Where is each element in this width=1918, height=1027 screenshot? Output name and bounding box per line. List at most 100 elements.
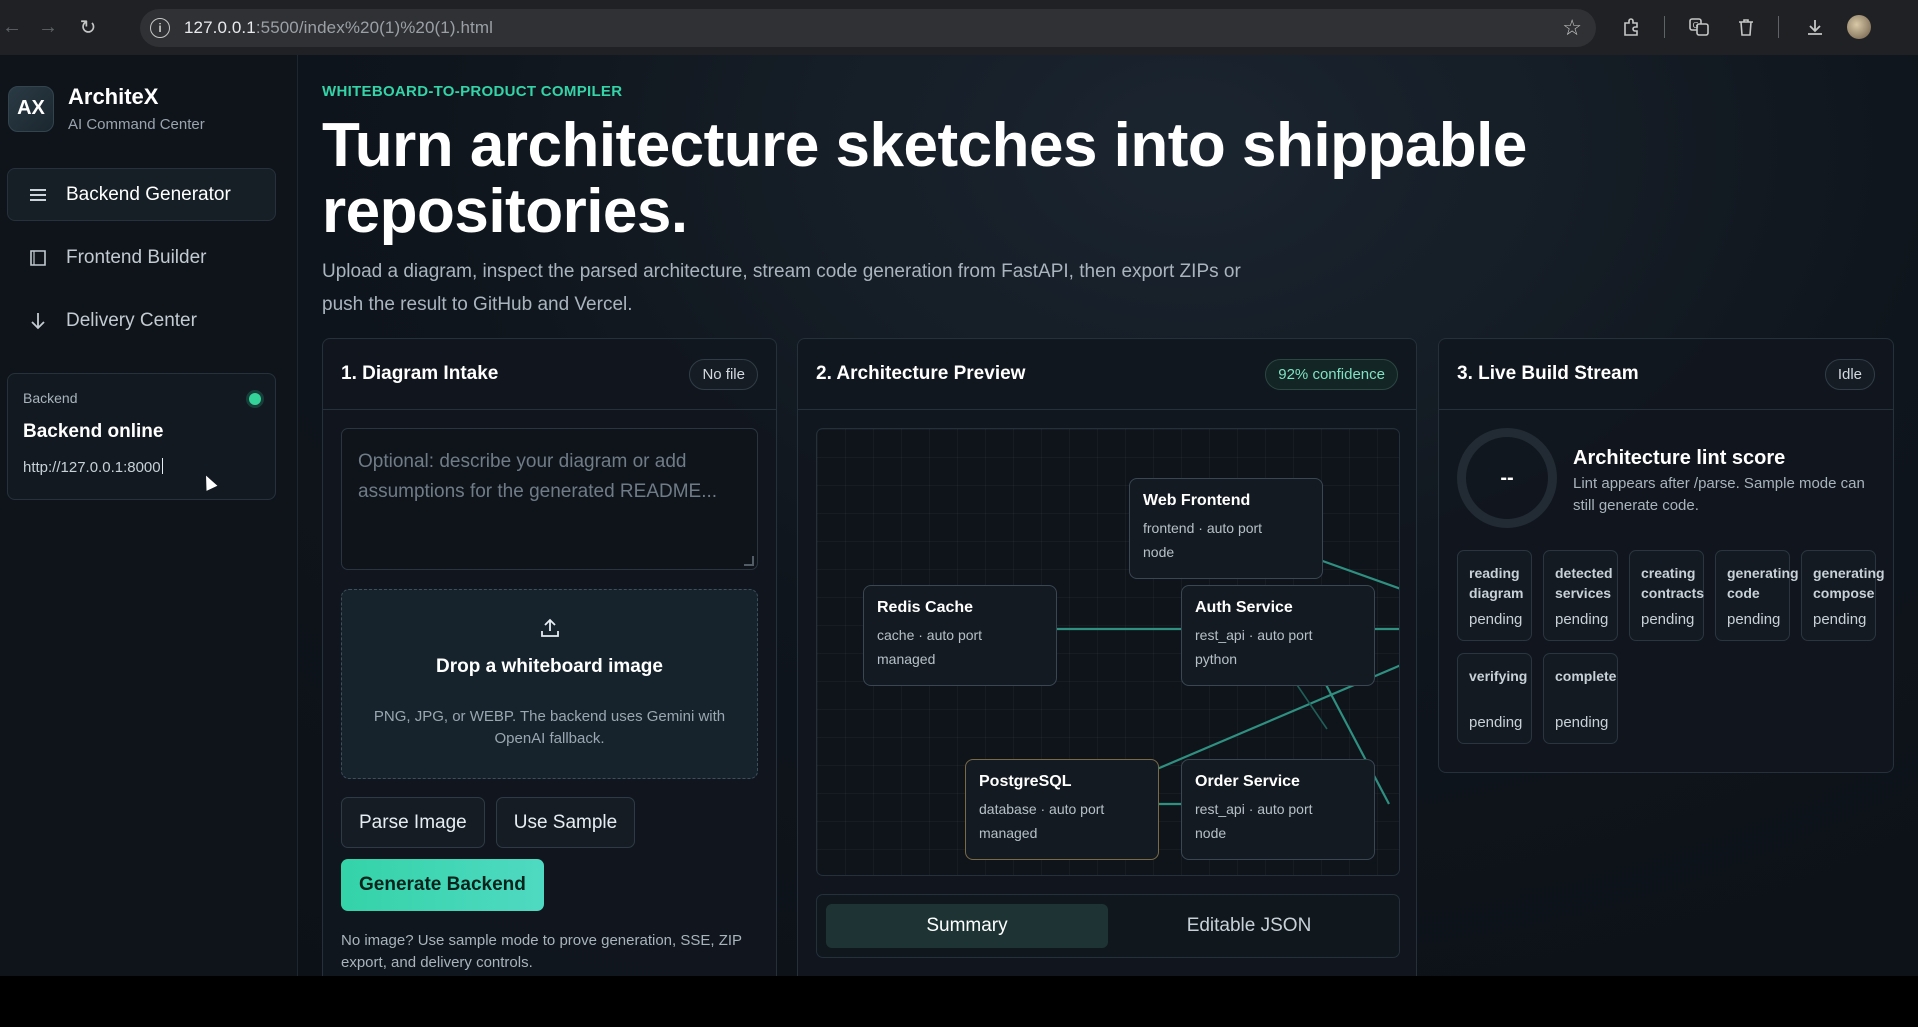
stage-name: detected services (1555, 565, 1613, 601)
panel-header: 3. Live Build Stream Idle (1439, 339, 1893, 410)
parse-image-button[interactable]: Parse Image (341, 797, 485, 848)
status-dot-icon (249, 393, 261, 405)
node-title: Auth Service (1195, 599, 1293, 616)
download-icon[interactable] (1801, 13, 1829, 41)
status-title: Backend online (23, 421, 164, 442)
eyebrow: WHITEBOARD-TO-PRODUCT COMPILER (322, 83, 623, 100)
browser-toolbar: ← → ↻ i 127.0.0.1:5500/index%20(1)%20(1)… (0, 0, 1918, 55)
screen-bottom-bar (0, 976, 1918, 1027)
intake-actions: Parse Image Use Sample (341, 797, 646, 848)
node-extra: managed (877, 651, 936, 667)
tab-summary[interactable]: Summary (826, 904, 1108, 948)
page-description: Upload a diagram, inspect the parsed arc… (322, 261, 1241, 315)
stage-creating-contracts: creating contracts pending (1629, 550, 1704, 641)
stage-state: pending (1555, 714, 1609, 731)
square-icon (26, 249, 50, 267)
bookmark-star-icon[interactable]: ☆ (1562, 15, 1582, 41)
address-bar[interactable]: i 127.0.0.1:5500/index%20(1)%20(1).html … (140, 9, 1596, 47)
stage-name: complete (1555, 668, 1617, 684)
architecture-preview-panel: 2. Architecture Preview 92% confidence W… (797, 338, 1417, 976)
sidebar-item-frontend-builder[interactable]: Frontend Builder (7, 231, 276, 284)
use-sample-button[interactable]: Use Sample (495, 797, 636, 848)
diagram-intake-panel: 1. Diagram Intake No file Optional: desc… (322, 338, 777, 976)
brand-subtitle: AI Command Center (68, 116, 205, 133)
upload-icon (538, 616, 562, 640)
forward-arrow-icon[interactable]: → (30, 10, 66, 46)
lint-subtitle: Lint appears after /parse. Sample mode c… (1573, 475, 1865, 514)
brand-logo: AX (8, 85, 54, 132)
stage-complete: complete pending (1543, 653, 1618, 744)
panel-header: 1. Diagram Intake No file (323, 339, 776, 410)
sidebar-nav: Backend Generator Frontend Builder Deliv… (7, 168, 276, 357)
stage-generating-code: generating code pending (1715, 550, 1799, 641)
node-web-frontend[interactable]: Web Frontend frontend · auto port node (1129, 478, 1323, 579)
build-stages: reading diagram pending detected service… (1457, 550, 1887, 756)
svg-text:G: G (1693, 21, 1699, 30)
stage-detected-services: detected services pending (1543, 550, 1618, 641)
translate-icon[interactable]: G (1685, 13, 1713, 41)
lint-score-gauge: -- (1457, 428, 1557, 528)
node-redis-cache[interactable]: Redis Cache cache · auto port managed (863, 585, 1057, 686)
diagram-notes-textarea[interactable]: Optional: describe your diagram or add a… (341, 428, 758, 570)
sidebar-item-label: Backend Generator (66, 183, 231, 205)
node-extra: python (1195, 651, 1238, 667)
node-order-service[interactable]: Order Service rest_api · auto port node (1181, 759, 1375, 860)
app-root: AX ArchiteX AI Command Center Backend Ge… (0, 55, 1918, 976)
architecture-canvas[interactable]: Web Frontend frontend · auto port node R… (816, 428, 1400, 876)
node-meta: frontend · auto port (1143, 520, 1263, 536)
lint-title: Architecture lint score (1573, 447, 1786, 469)
stage-state: pending (1641, 611, 1695, 628)
edge-auth-order-faint (1292, 678, 1328, 730)
stage-generating-compose: generating compose pending (1801, 550, 1885, 641)
panel-header: 2. Architecture Preview 92% confidence (798, 339, 1416, 410)
dropzone-subtitle: PNG, JPG, or WEBP. The backend uses Gemi… (373, 708, 726, 747)
reload-icon[interactable]: ↻ (70, 10, 106, 46)
resize-handle-icon[interactable] (744, 556, 754, 566)
image-dropzone[interactable]: Drop a whiteboard image PNG, JPG, or WEB… (341, 589, 758, 779)
brand-text: ArchiteX AI Command Center (68, 84, 205, 133)
backend-url-input[interactable]: http://127.0.0.1:8000 (23, 458, 260, 476)
stage-state: pending (1727, 611, 1781, 628)
panel-title: 2. Architecture Preview (816, 363, 1026, 384)
profile-avatar[interactable] (1845, 13, 1873, 41)
generate-backend-button[interactable]: Generate Backend (341, 859, 544, 911)
toolbar-divider (1778, 16, 1779, 38)
url-text[interactable]: 127.0.0.1:5500/index%20(1)%20(1).html (184, 18, 493, 38)
dropzone-title: Drop a whiteboard image (436, 656, 663, 677)
stage-state: pending (1555, 611, 1609, 628)
stage-verifying: verifying pending (1457, 653, 1532, 744)
status-label: Backend (23, 390, 78, 406)
stage-reading-diagram: reading diagram pending (1457, 550, 1532, 641)
extensions-icon[interactable] (1618, 13, 1646, 41)
stage-name: reading diagram (1469, 565, 1524, 601)
tab-editable-json[interactable]: Editable JSON (1108, 904, 1390, 948)
sidebar-item-backend-generator[interactable]: Backend Generator (7, 168, 276, 221)
node-title: Web Frontend (1143, 492, 1251, 509)
info-icon[interactable]: i (150, 18, 170, 38)
file-status-badge: No file (689, 358, 758, 390)
avatar (1847, 15, 1871, 39)
node-meta: cache · auto port (877, 627, 983, 643)
build-status-badge: Idle (1824, 358, 1875, 390)
node-extra: node (1143, 544, 1175, 560)
toolbar-divider (1664, 16, 1665, 38)
node-postgresql[interactable]: PostgreSQL database · auto port managed (965, 759, 1159, 860)
node-extra: node (1195, 825, 1227, 841)
panel-title: 3. Live Build Stream (1457, 363, 1639, 384)
preview-view-toggle: Summary Editable JSON (816, 894, 1400, 958)
node-auth-service[interactable]: Auth Service rest_api · auto port python (1181, 585, 1375, 686)
brand-name: ArchiteX (68, 84, 159, 109)
node-title: PostgreSQL (979, 773, 1072, 790)
textarea-placeholder: Optional: describe your diagram or add a… (358, 451, 718, 502)
sample-hint: No image? Use sample mode to prove gener… (341, 932, 742, 971)
node-meta: rest_api · auto port (1195, 801, 1313, 817)
back-arrow-icon[interactable]: ← (0, 10, 30, 46)
node-title: Order Service (1195, 773, 1300, 790)
node-meta: rest_api · auto port (1195, 627, 1313, 643)
menu-icon (26, 188, 50, 202)
stage-state: pending (1469, 611, 1523, 628)
sidebar-item-delivery-center[interactable]: Delivery Center (7, 294, 276, 347)
stage-name: generating compose (1813, 565, 1885, 601)
trash-icon[interactable] (1732, 13, 1760, 41)
live-build-stream-panel: 3. Live Build Stream Idle -- Architectur… (1438, 338, 1894, 773)
